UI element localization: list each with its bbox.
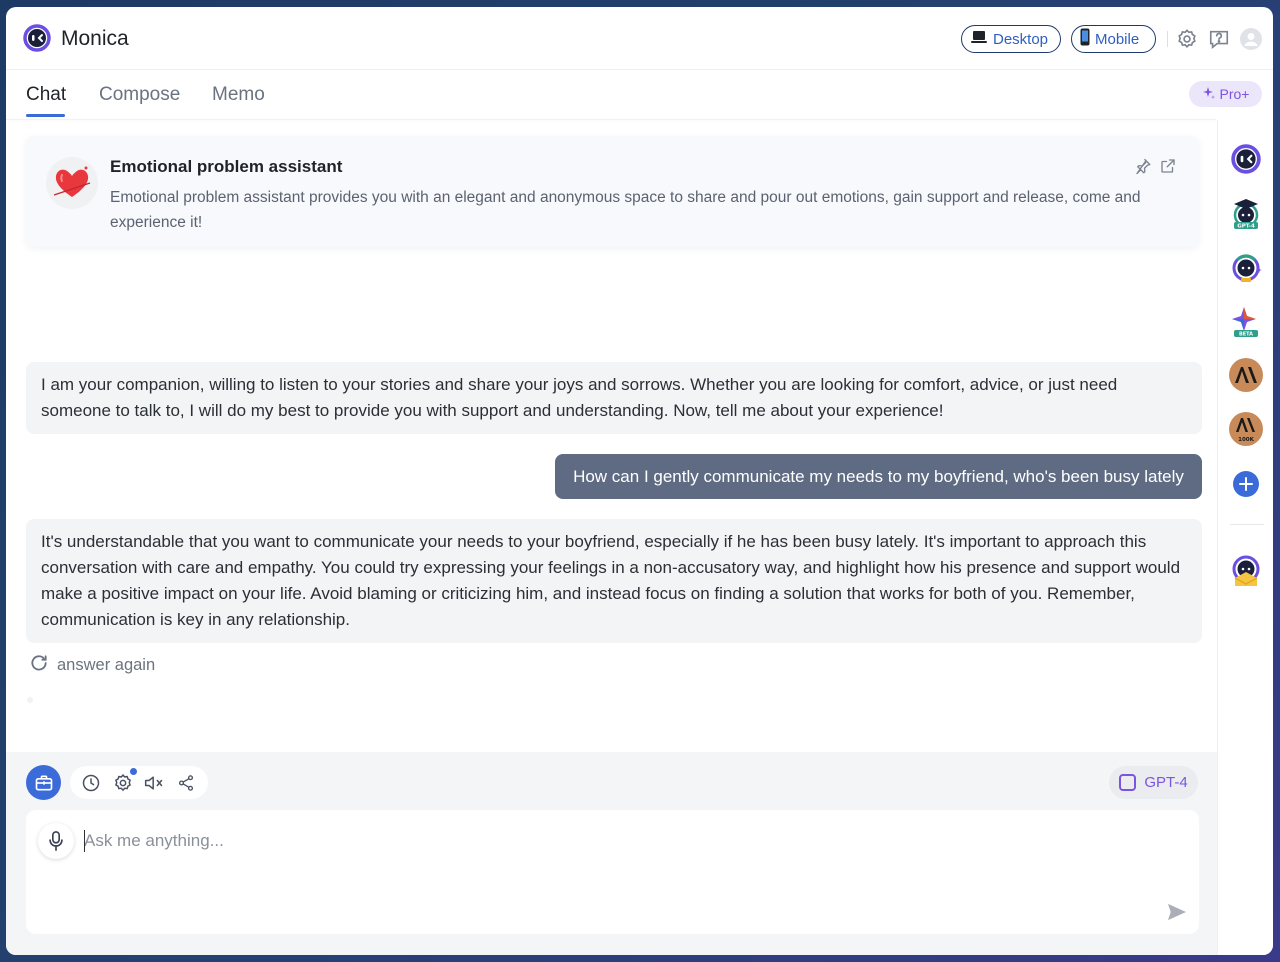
share-icon[interactable] <box>175 772 197 794</box>
active-tab-indicator <box>26 114 65 117</box>
pro-bot-icon[interactable] <box>1229 250 1263 284</box>
mobile-label: Mobile <box>1095 30 1140 48</box>
toolbox-icon <box>35 775 52 790</box>
send-icon <box>1168 903 1186 921</box>
gemini-bot-icon[interactable]: BETA <box>1229 304 1263 338</box>
header-divider <box>1167 31 1168 47</box>
user-message: How can I gently communicate my needs to… <box>555 454 1202 499</box>
settings-notification-dot <box>130 768 137 775</box>
desktop-label: Desktop <box>993 30 1049 48</box>
tab-chat[interactable]: Chat <box>26 84 66 106</box>
refresh-icon <box>29 653 49 678</box>
model-icon <box>1119 774 1137 791</box>
claude-bot-icon[interactable] <box>1229 358 1263 392</box>
send-button[interactable] <box>1166 901 1188 923</box>
app-title: Monica <box>61 27 129 50</box>
microphone-button[interactable] <box>38 823 74 859</box>
phone-icon <box>1080 28 1090 50</box>
laptop-icon <box>970 29 988 49</box>
pro-plus-badge[interactable]: Pro+ <box>1189 81 1262 107</box>
bot-message: I am your companion, willing to listen t… <box>26 362 1202 434</box>
help-icon[interactable] <box>1207 27 1231 51</box>
gpt4-bot-icon[interactable]: GPT-4 <box>1229 196 1263 230</box>
user-avatar-icon[interactable] <box>1239 27 1263 51</box>
assistant-description: Emotional problem assistant provides you… <box>110 189 1141 231</box>
model-selector[interactable]: GPT-4 <box>1109 766 1198 799</box>
beta-badge: BETA <box>1239 332 1253 338</box>
bot-sidebar: GPT-4 BETA 100K <box>1217 120 1273 955</box>
desktop-button[interactable]: Desktop <box>961 25 1061 53</box>
tabs-divider <box>6 119 1216 120</box>
composer-tools <box>70 766 208 799</box>
mascot-bot-icon[interactable] <box>1229 554 1263 588</box>
pro-plus-label: Pro+ <box>1219 86 1250 102</box>
settings-icon[interactable] <box>112 772 134 794</box>
share-icon[interactable] <box>1158 156 1178 176</box>
answer-again-button[interactable]: answer again <box>29 653 155 678</box>
history-icon[interactable] <box>80 772 102 794</box>
heart-icon <box>46 157 98 209</box>
toolbox-button[interactable] <box>26 765 61 800</box>
add-bot-icon[interactable] <box>1233 471 1259 497</box>
gpt4-badge: GPT-4 <box>1237 224 1255 230</box>
tab-compose[interactable]: Compose <box>99 84 180 106</box>
tab-bar: Chat Compose Memo <box>6 70 1216 120</box>
mobile-button[interactable]: Mobile <box>1071 25 1156 53</box>
chat-input[interactable] <box>84 826 1084 856</box>
monica-bot-icon[interactable] <box>1229 142 1263 176</box>
sparkle-icon <box>1202 86 1216 103</box>
header: Monica Desktop Mobile <box>6 7 1273 70</box>
answer-again-label: answer again <box>57 656 156 674</box>
app-window: Monica Desktop Mobile Chat Compose Memo <box>6 7 1273 955</box>
mute-icon[interactable] <box>143 772 165 794</box>
chat-input-box <box>26 810 1199 934</box>
bot-message: It's understandable that you want to com… <box>26 519 1202 643</box>
100k-badge: 100K <box>1238 437 1254 443</box>
assistant-title: Emotional problem assistant <box>110 157 343 176</box>
monica-logo-icon <box>23 24 51 52</box>
claude-100k-bot-icon[interactable]: 100K <box>1229 412 1263 446</box>
pin-icon[interactable] <box>1133 156 1153 176</box>
model-label: GPT-4 <box>1144 774 1188 791</box>
microphone-icon <box>49 831 63 851</box>
text-caret <box>84 830 85 852</box>
tab-memo[interactable]: Memo <box>212 84 265 106</box>
sidebar-divider <box>1230 524 1264 525</box>
gear-icon[interactable] <box>1175 27 1199 51</box>
assistant-card: Emotional problem assistant Emotional pr… <box>26 136 1199 247</box>
loading-dot <box>27 697 33 703</box>
